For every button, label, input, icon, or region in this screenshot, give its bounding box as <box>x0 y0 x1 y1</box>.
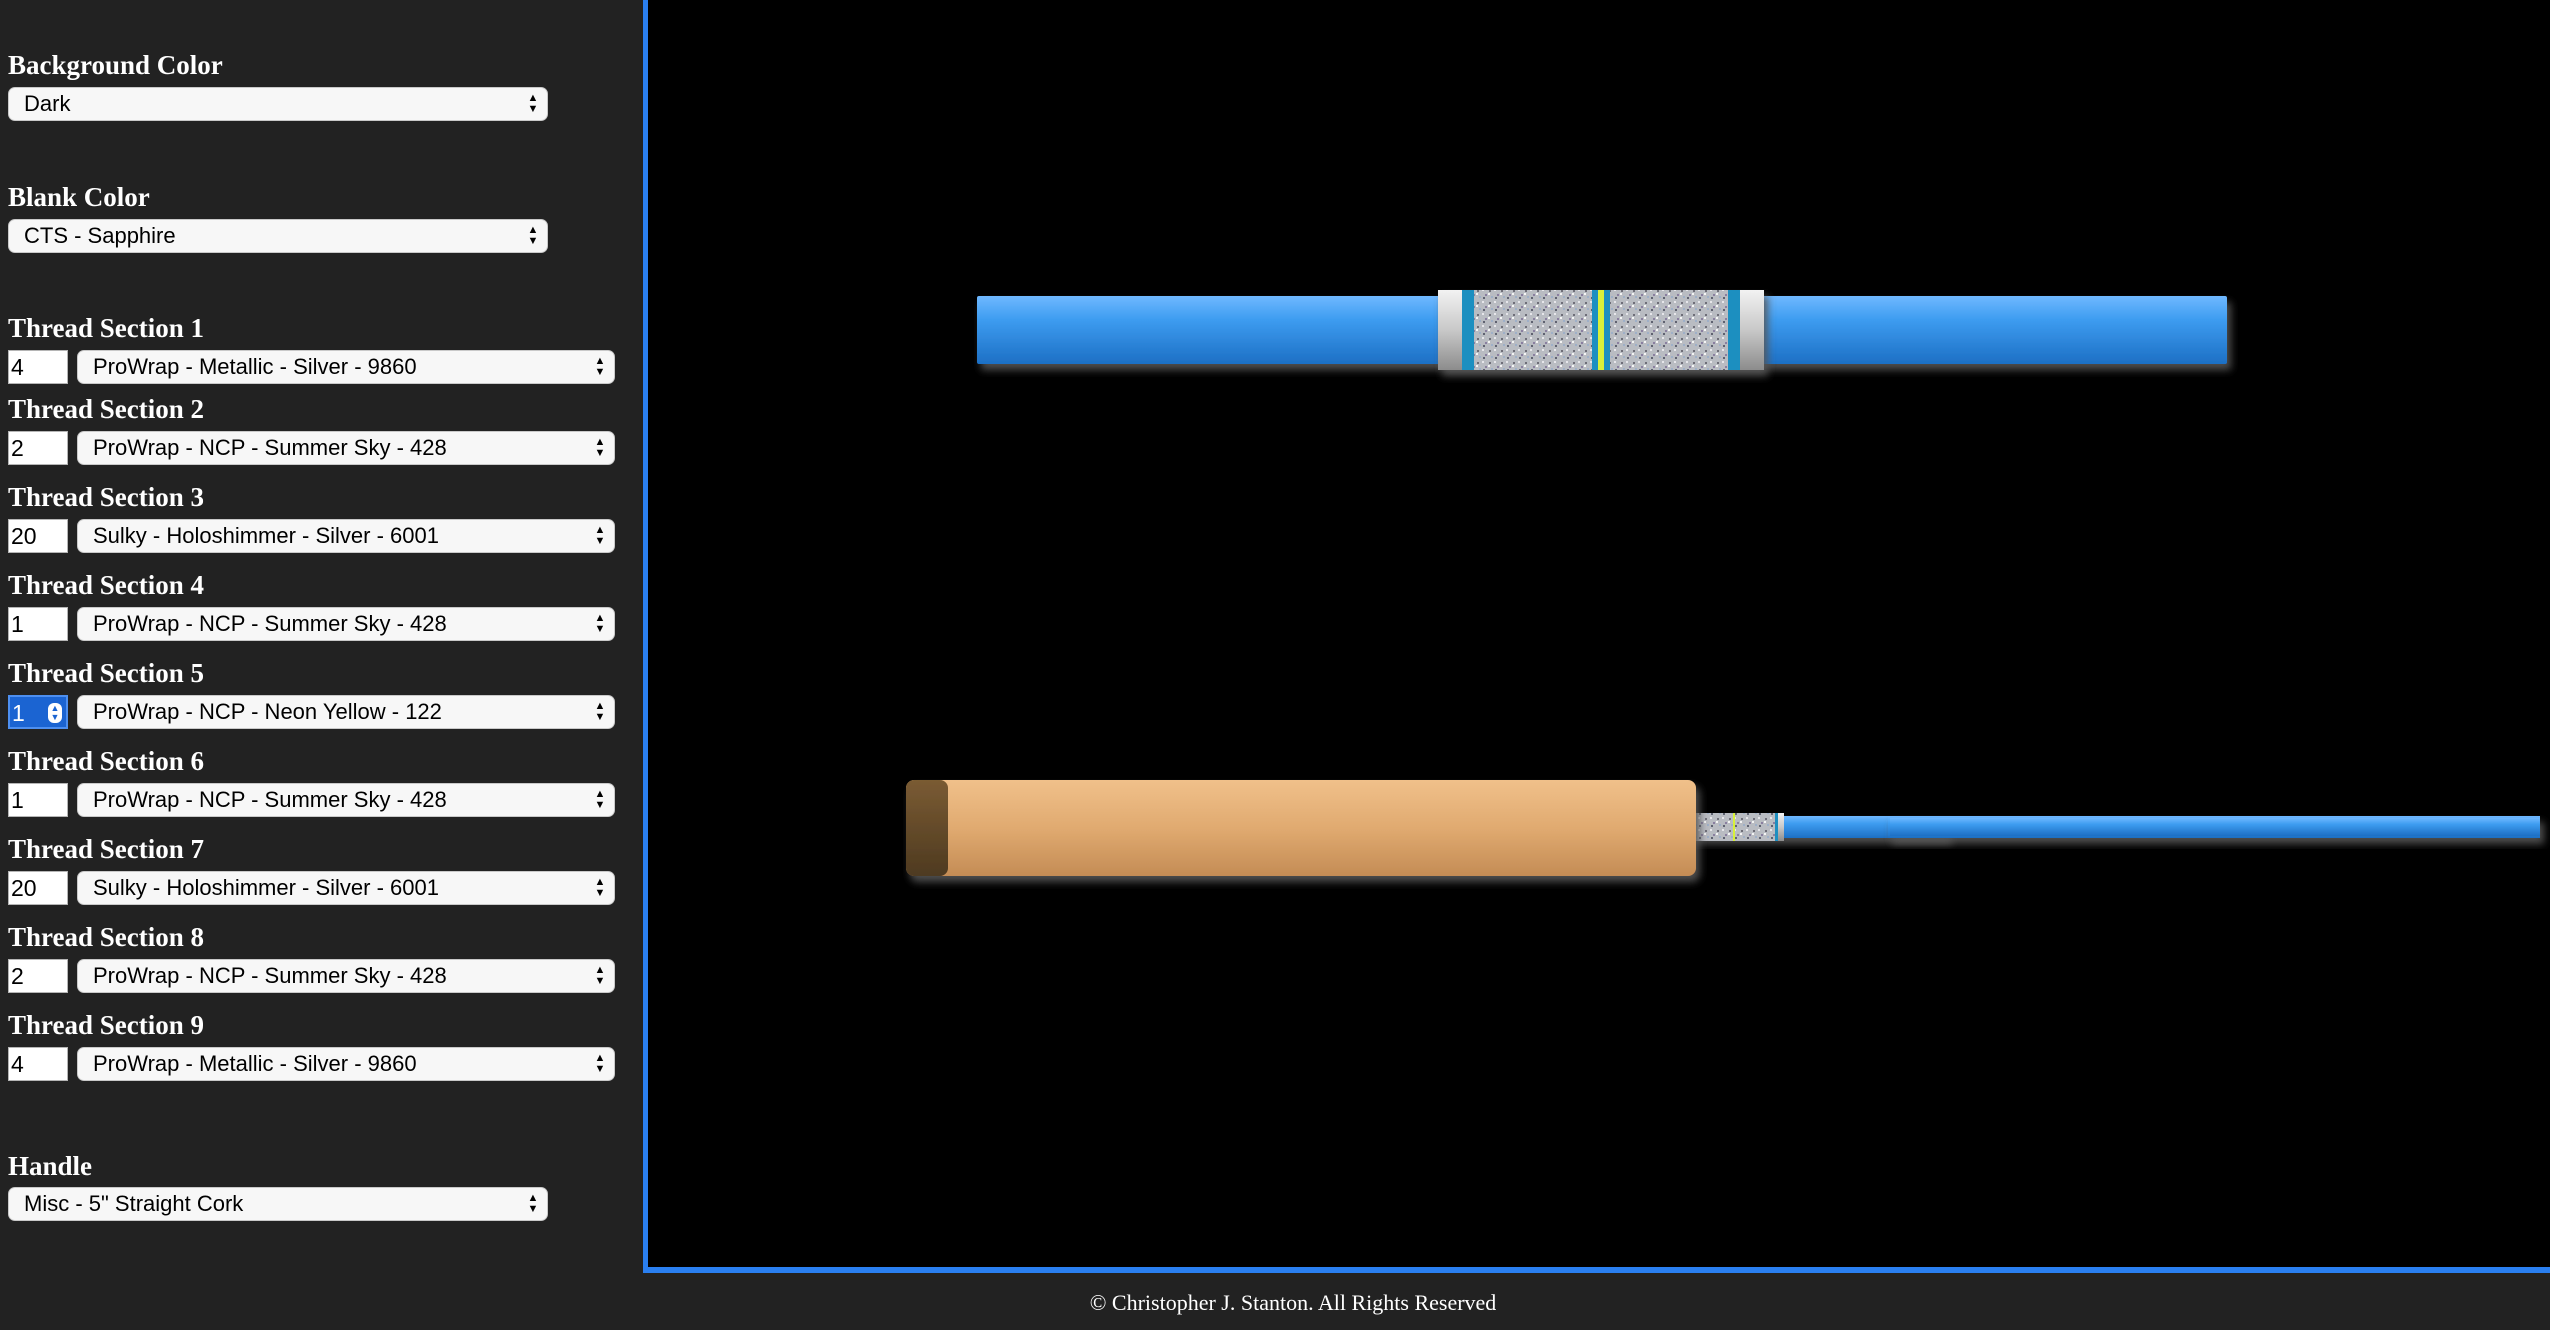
up-down-arrows-icon: ▲ ▼ <box>594 436 606 459</box>
wrap-metallic-silver-right <box>1740 290 1764 370</box>
wrap-summer-sky-inner-right <box>1604 290 1610 370</box>
up-down-arrows-icon: ▲ ▼ <box>527 224 539 247</box>
wrap-small-yellow <box>1733 813 1735 841</box>
cork-grip <box>906 780 1696 876</box>
handle-select[interactable]: Misc - 5" Straight Cork ▲ ▼ <box>8 1187 548 1221</box>
spinner-icon[interactable]: ▲ ▼ <box>48 703 62 723</box>
wrap-summer-sky-inner-left <box>1592 290 1598 370</box>
blank-color-value: CTS - Sapphire <box>24 223 176 248</box>
thread-section-3-count-input[interactable]: 20 <box>8 519 68 553</box>
full-rod-view <box>906 780 2540 876</box>
thread-section-9-select[interactable]: ProWrap - Metallic - Silver - 9860 ▲ ▼ <box>77 1047 615 1081</box>
thread-section-8-select[interactable]: ProWrap - NCP - Summer Sky - 428 ▲ ▼ <box>77 959 615 993</box>
thread-wrap-small <box>1684 813 1784 841</box>
thread-section-6-select[interactable]: ProWrap - NCP - Summer Sky - 428 ▲ ▼ <box>77 783 615 817</box>
thread-section-8-value: ProWrap - NCP - Summer Sky - 428 <box>93 963 447 988</box>
thread-section-5-label: Thread Section 5 <box>8 658 205 688</box>
background-color-label: Background Color <box>8 50 223 80</box>
blank-color-label: Blank Color <box>8 182 150 212</box>
up-down-arrows-icon: ▲ ▼ <box>594 1052 606 1075</box>
thread-section-2-count-input[interactable]: 2 <box>8 431 68 465</box>
up-down-arrows-icon: ▲ ▼ <box>594 612 606 635</box>
thread-section-4-value: ProWrap - NCP - Summer Sky - 428 <box>93 611 447 636</box>
background-color-value: Dark <box>24 91 71 116</box>
thread-section-9-count-input[interactable]: 4 <box>8 1047 68 1081</box>
handle-label: Handle <box>8 1151 93 1181</box>
thread-section-6-count-input[interactable]: 1 <box>8 783 68 817</box>
thread-section-1-select[interactable]: ProWrap - Metallic - Silver - 9860 ▲ ▼ <box>77 350 615 384</box>
thread-section-4-count-input[interactable]: 1 <box>8 607 68 641</box>
thread-section-9-value: ProWrap - Metallic - Silver - 9860 <box>93 1051 417 1076</box>
wrap-small-holo-right <box>1735 813 1775 841</box>
thread-section-5-value: ProWrap - NCP - Neon Yellow - 122 <box>93 699 442 724</box>
thread-section-1-label: Thread Section 1 <box>8 313 205 343</box>
thread-section-4-select[interactable]: ProWrap - NCP - Summer Sky - 428 ▲ ▼ <box>77 607 615 641</box>
thread-section-3-label: Thread Section 3 <box>8 482 205 512</box>
blank-color-select[interactable]: CTS - Sapphire ▲ ▼ <box>8 219 548 253</box>
thread-section-7-count-input[interactable]: 20 <box>8 871 68 905</box>
thread-section-7-value: Sulky - Holoshimmer - Silver - 6001 <box>93 875 439 900</box>
thread-section-5-count-input[interactable]: 1 ▲ ▼ <box>8 695 68 729</box>
thread-section-6-label: Thread Section 6 <box>8 746 205 776</box>
rod-preview-canvas <box>643 0 2550 1273</box>
rod-blank-main <box>1890 818 2540 836</box>
wrap-summer-sky-right <box>1728 290 1740 370</box>
zoomed-wrap-view <box>977 290 2227 370</box>
thread-section-9-label: Thread Section 9 <box>8 1010 205 1040</box>
thread-wrap-zoomed <box>1438 290 1764 370</box>
thread-section-5-select[interactable]: ProWrap - NCP - Neon Yellow - 122 ▲ ▼ <box>77 695 615 729</box>
copyright-footer: © Christopher J. Stanton. All Rights Res… <box>1089 1290 1497 1315</box>
thread-section-1-value: ProWrap - Metallic - Silver - 9860 <box>93 354 417 379</box>
handle-value: Misc - 5" Straight Cork <box>24 1191 244 1216</box>
wrap-holoshimmer-left <box>1474 290 1592 370</box>
wrap-small-silver-right <box>1778 813 1784 841</box>
up-down-arrows-icon: ▲ ▼ <box>594 964 606 987</box>
wrap-small-sky-right <box>1775 813 1778 841</box>
wrap-small-holo-left <box>1693 813 1733 841</box>
up-down-arrows-icon: ▲ ▼ <box>594 876 606 899</box>
sidebar: Background Color Dark ▲ ▼ Blank Color CTS… <box>0 0 640 1330</box>
thread-section-8-count-input[interactable]: 2 <box>8 959 68 993</box>
thread-section-2-value: ProWrap - NCP - Summer Sky - 428 <box>93 435 447 460</box>
cork-handle <box>906 780 1696 876</box>
thread-section-1-count-input[interactable]: 4 <box>8 350 68 384</box>
wrap-summer-sky-left <box>1462 290 1474 370</box>
background-color-select[interactable]: Dark ▲ ▼ <box>8 87 548 121</box>
wrap-metallic-silver-left <box>1438 290 1462 370</box>
cork-butt-end <box>906 780 948 876</box>
thread-section-3-value: Sulky - Holoshimmer - Silver - 6001 <box>93 523 439 548</box>
up-down-arrows-icon: ▲ ▼ <box>527 1192 539 1215</box>
wrap-holoshimmer-right <box>1610 290 1728 370</box>
up-down-arrows-icon: ▲ ▼ <box>527 92 539 115</box>
wrap-neon-yellow <box>1598 290 1604 370</box>
thread-section-2-label: Thread Section 2 <box>8 394 205 424</box>
up-down-arrows-icon: ▲ ▼ <box>594 355 606 378</box>
up-down-arrows-icon: ▲ ▼ <box>594 524 606 547</box>
thread-section-8-label: Thread Section 8 <box>8 922 205 952</box>
thread-section-4-label: Thread Section 4 <box>8 570 205 600</box>
thread-section-7-select[interactable]: Sulky - Holoshimmer - Silver - 6001 ▲ ▼ <box>77 871 615 905</box>
up-down-arrows-icon: ▲ ▼ <box>594 700 606 723</box>
thread-section-5-count-value: 1 <box>12 700 25 726</box>
rod-preview-svg <box>906 290 2540 876</box>
thread-section-3-select[interactable]: Sulky - Holoshimmer - Silver - 6001 ▲ ▼ <box>77 519 615 553</box>
thread-section-6-value: ProWrap - NCP - Summer Sky - 428 <box>93 787 447 812</box>
up-down-arrows-icon: ▲ ▼ <box>594 788 606 811</box>
thread-section-7-label: Thread Section 7 <box>8 834 205 864</box>
thread-section-2-select[interactable]: ProWrap - NCP - Summer Sky - 428 ▲ ▼ <box>77 431 615 465</box>
